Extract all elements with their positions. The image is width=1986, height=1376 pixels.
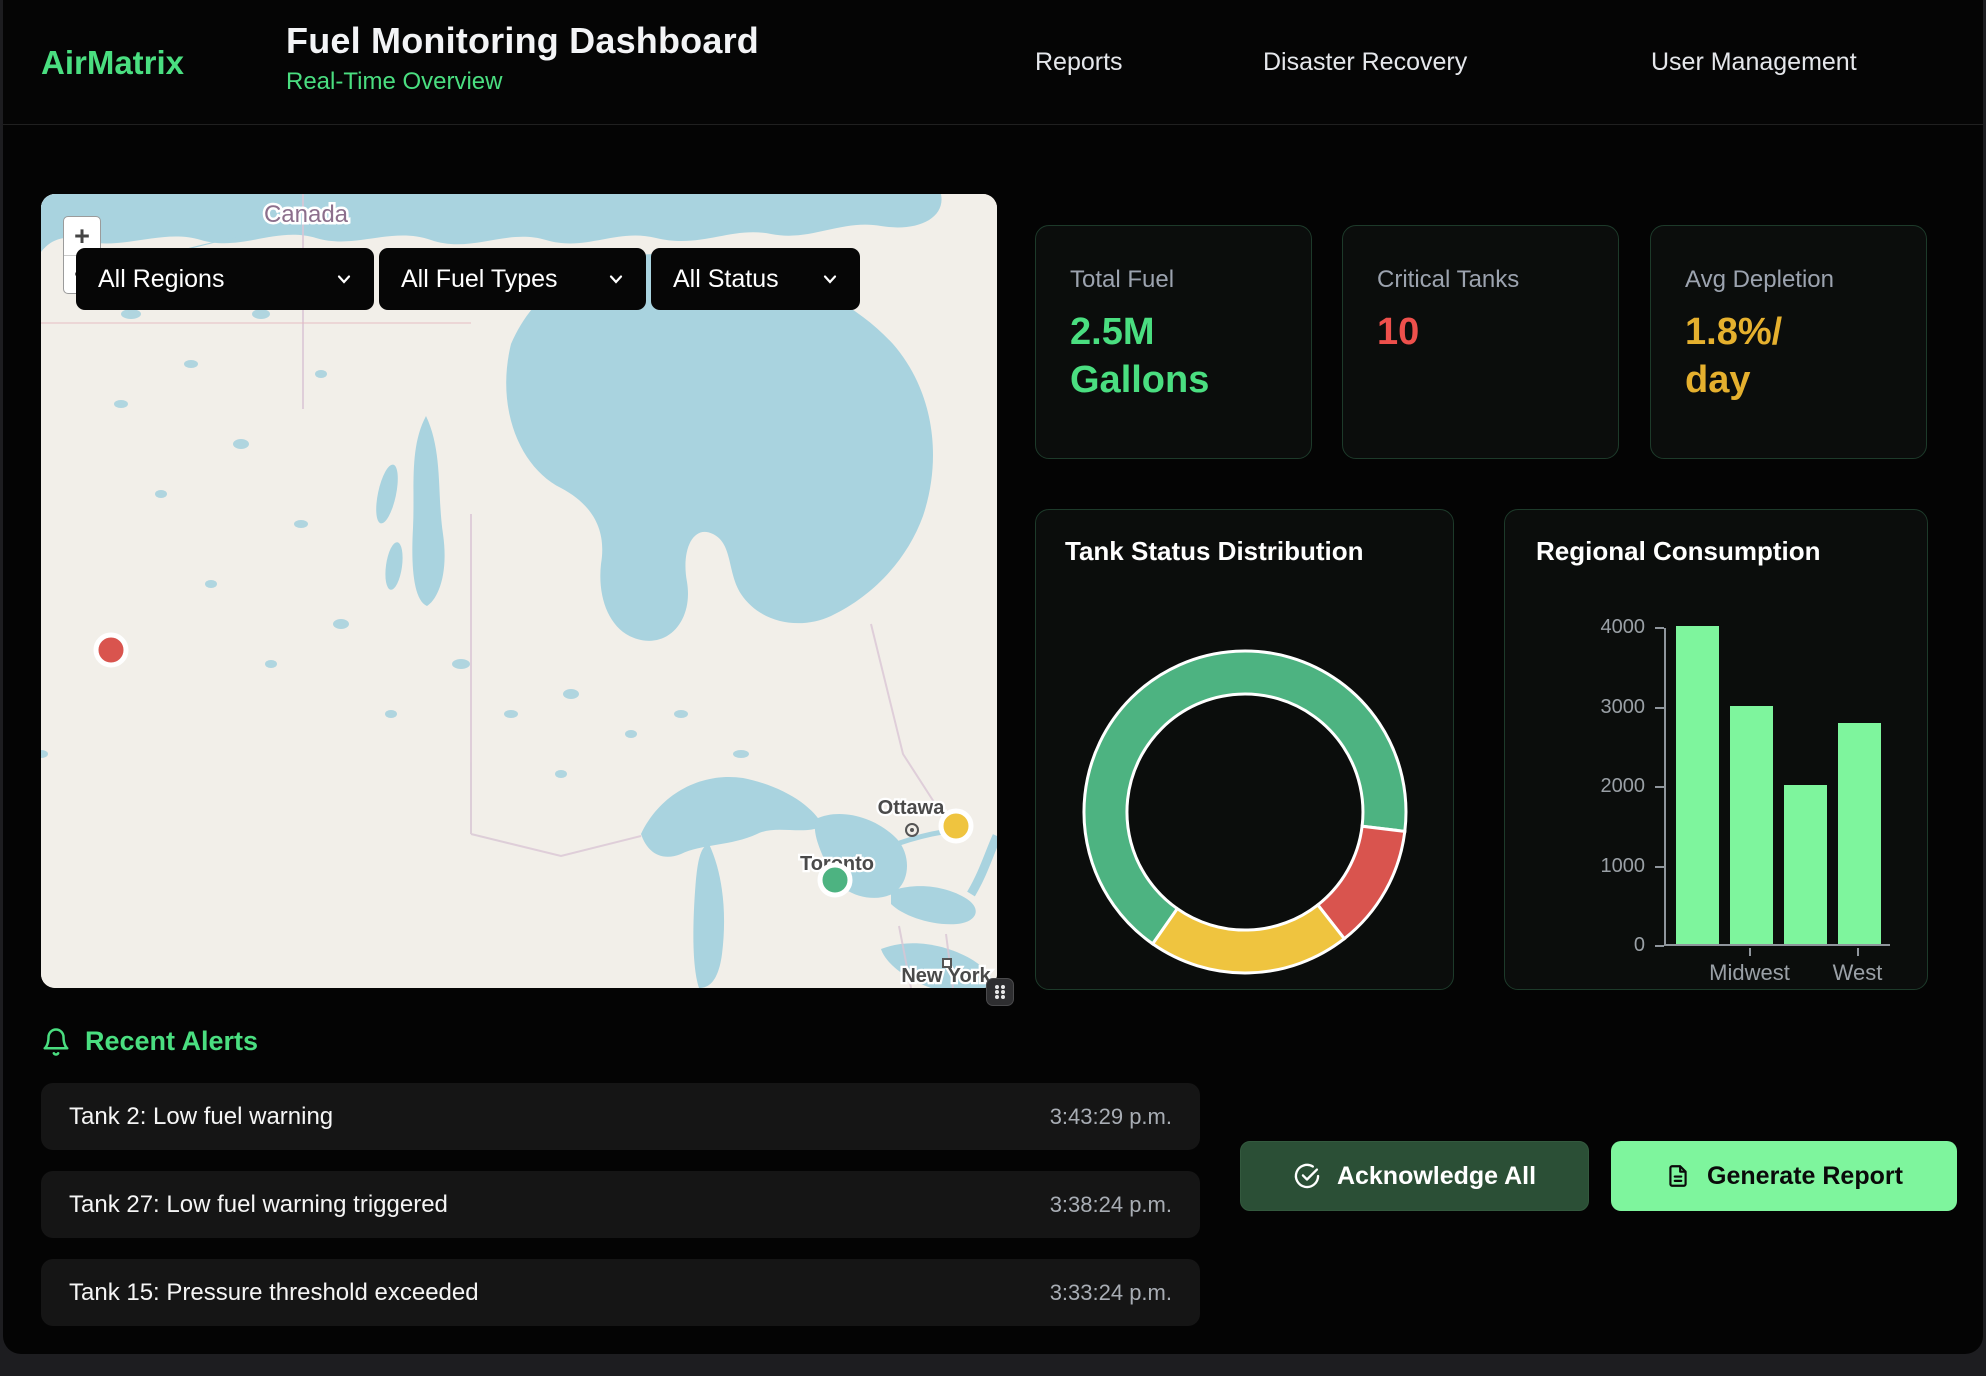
bar-2 xyxy=(1784,785,1827,944)
check-circle-icon xyxy=(1293,1162,1321,1190)
map-svg: CanadaOttawaTorontoNew York xyxy=(41,194,997,988)
generate-report-button[interactable]: Generate Report xyxy=(1611,1141,1957,1211)
alert-text: Tank 27: Low fuel warning triggered xyxy=(69,1191,448,1219)
bar-3 xyxy=(1838,723,1881,944)
stat-label: Total Fuel xyxy=(1070,266,1311,294)
status-filter-dropdown[interactable]: All Status xyxy=(651,248,860,310)
status-filter-value: All Status xyxy=(673,265,779,294)
city-label-new-york: New York xyxy=(901,965,991,987)
page-title: Fuel Monitoring Dashboard xyxy=(286,20,759,62)
bell-icon xyxy=(41,1027,71,1057)
header: AirMatrix Fuel Monitoring Dashboard Real… xyxy=(3,0,1983,125)
y-axis-tick xyxy=(1655,627,1664,629)
bar-chart: 0 1000 2000 3000 4000 MidwestWest xyxy=(1505,510,1927,989)
map-marker-normal[interactable] xyxy=(820,865,850,895)
tank-status-distribution-card: Tank Status Distribution xyxy=(1035,509,1454,990)
town-icon-dot xyxy=(910,828,914,832)
chevron-down-icon xyxy=(580,269,626,289)
bar-0 xyxy=(1676,626,1719,944)
map-panel: CanadaOttawaTorontoNew York + − All Regi… xyxy=(41,194,997,988)
resize-drag-handle-icon[interactable] xyxy=(986,978,1014,1006)
alert-list: Tank 2: Low fuel warning3:43:29 p.m.Tank… xyxy=(41,1083,1200,1347)
stat-card-critical-tanks: Critical Tanks 10 xyxy=(1342,225,1619,459)
x-axis-tick xyxy=(1749,948,1751,956)
x-axis-tick xyxy=(1857,948,1859,956)
stat-value: 2.5M Gallons xyxy=(1070,308,1311,405)
y-axis-tick-label: 4000 xyxy=(1535,616,1645,639)
map-marker-warning[interactable] xyxy=(941,811,971,841)
y-axis-tick-label: 0 xyxy=(1535,934,1645,957)
stat-value: 10 xyxy=(1377,308,1618,356)
alert-row: Tank 27: Low fuel warning triggered 3:38:… xyxy=(41,1171,1200,1238)
alert-timestamp: 3:43:29 p.m. xyxy=(1050,1104,1172,1130)
stat-value: 1.8%/ day xyxy=(1685,308,1926,405)
map-marker-critical[interactable] xyxy=(96,635,126,665)
stat-card-avg-depletion: Avg Depletion 1.8%/ day xyxy=(1650,225,1927,459)
bar-chart-plot xyxy=(1664,628,1890,946)
recent-alerts-title: Recent Alerts xyxy=(85,1026,258,1057)
nav-item-disaster-recovery[interactable]: Disaster Recovery xyxy=(1263,0,1467,125)
region-filter-dropdown[interactable]: All Regions xyxy=(76,248,374,310)
alert-text: Tank 15: Pressure threshold exceeded xyxy=(69,1279,479,1307)
nav-item-user-management[interactable]: User Management xyxy=(1651,0,1857,125)
donut-chart xyxy=(1036,510,1455,991)
file-text-icon xyxy=(1665,1163,1691,1189)
y-axis-tick-label: 1000 xyxy=(1535,855,1645,878)
stat-label: Critical Tanks xyxy=(1377,266,1618,294)
alert-timestamp: 3:33:24 p.m. xyxy=(1050,1280,1172,1306)
bar-1 xyxy=(1730,706,1773,945)
alert-row: Tank 15: Pressure threshold exceeded 3:33… xyxy=(41,1259,1200,1326)
generate-report-label: Generate Report xyxy=(1707,1162,1903,1191)
donut-segment-warning xyxy=(1153,905,1345,973)
alert-row: Tank 2: Low fuel warning 3:43:29 p.m. xyxy=(41,1083,1200,1150)
page-subtitle: Real-Time Overview xyxy=(286,68,759,96)
acknowledge-all-button[interactable]: Acknowledge All xyxy=(1240,1141,1589,1211)
stat-label: Avg Depletion xyxy=(1685,266,1926,294)
dashboard-app: AirMatrix Fuel Monitoring Dashboard Real… xyxy=(3,0,1983,1354)
town-icon xyxy=(943,959,951,967)
y-axis-tick xyxy=(1655,945,1664,947)
chevron-down-icon xyxy=(794,269,840,289)
acknowledge-all-label: Acknowledge All xyxy=(1337,1162,1536,1191)
alert-timestamp: 3:38:24 p.m. xyxy=(1050,1192,1172,1218)
y-axis-tick xyxy=(1655,707,1664,709)
alert-text: Tank 2: Low fuel warning xyxy=(69,1103,333,1131)
recent-alerts-header: Recent Alerts xyxy=(41,1026,258,1057)
city-label-ottawa: Ottawa xyxy=(878,797,946,819)
y-axis-tick xyxy=(1655,786,1664,788)
regional-consumption-card: Regional Consumption 01000200030004000Mi… xyxy=(1504,509,1928,990)
x-axis-tick-label: West xyxy=(1798,960,1918,986)
fuel-type-filter-dropdown[interactable]: All Fuel Types xyxy=(379,248,646,310)
map[interactable]: CanadaOttawaTorontoNew York xyxy=(41,194,997,988)
nav-item-reports[interactable]: Reports xyxy=(1035,0,1123,125)
fuel-type-filter-value: All Fuel Types xyxy=(401,265,558,294)
y-axis-tick-label: 2000 xyxy=(1535,775,1645,798)
x-axis-tick-label: Midwest xyxy=(1690,960,1810,986)
chevron-down-icon xyxy=(308,269,354,289)
region-filter-value: All Regions xyxy=(98,265,224,294)
brand-logo: AirMatrix xyxy=(41,0,184,125)
y-axis-tick-label: 3000 xyxy=(1535,696,1645,719)
country-label: Canada xyxy=(264,201,349,228)
stat-card-total-fuel: Total Fuel 2.5M Gallons xyxy=(1035,225,1312,459)
y-axis-tick xyxy=(1655,866,1664,868)
title-block: Fuel Monitoring Dashboard Real-Time Over… xyxy=(286,20,759,96)
